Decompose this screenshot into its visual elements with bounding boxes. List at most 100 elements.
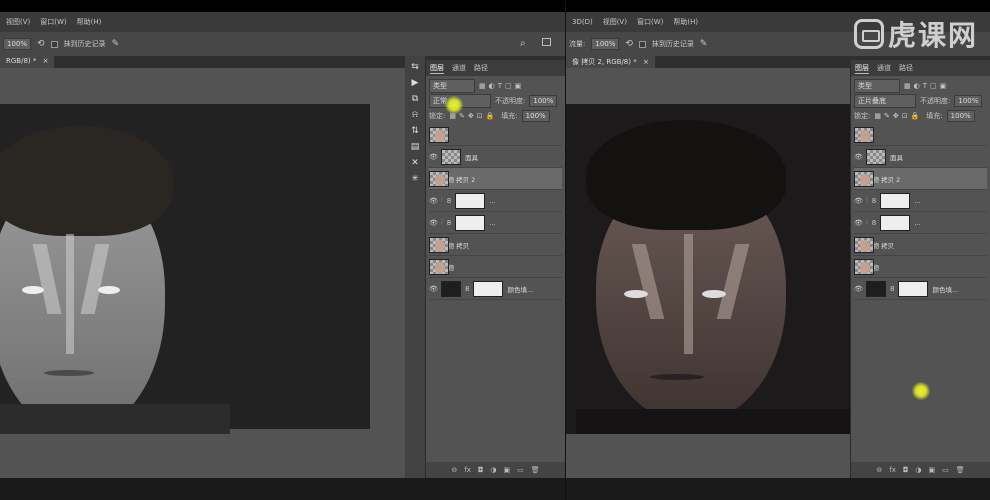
- right-eye: [702, 290, 726, 298]
- opacity-label: 不透明度:: [920, 96, 951, 105]
- new-layer-icon[interactable]: ▭: [517, 466, 524, 474]
- adjustment-icon[interactable]: ◑: [915, 466, 921, 474]
- settings-icon[interactable]: ✳: [411, 174, 419, 184]
- close-icon[interactable]: ×: [643, 58, 649, 66]
- eye-icon[interactable]: 👁: [429, 197, 438, 205]
- zoom-field[interactable]: 100%: [3, 38, 32, 50]
- tab-paths[interactable]: 路径: [899, 63, 913, 73]
- tools-icon[interactable]: ✕: [411, 158, 419, 168]
- stamp-icon[interactable]: ⍾: [412, 110, 418, 120]
- layer-row[interactable]: 脸: [854, 124, 987, 146]
- layer-row[interactable]: 👁 人物: [429, 256, 562, 278]
- fx-icon[interactable]: fx: [464, 466, 471, 474]
- layer-row[interactable]: 👁 人物: [854, 256, 987, 278]
- filter-icons[interactable]: ▦◐T▢▣: [904, 82, 949, 90]
- eye-icon[interactable]: 👁: [854, 219, 863, 227]
- adjustment-icon[interactable]: ◑: [490, 466, 496, 474]
- layer-row-selected[interactable]: 👁 人物 拷贝 2: [854, 168, 987, 190]
- close-icon[interactable]: ×: [43, 57, 49, 65]
- document-tab[interactable]: 像 拷贝 2, RGB/8) * ×: [566, 56, 655, 68]
- trash-icon[interactable]: 🗑: [531, 466, 540, 474]
- document-tab[interactable]: RGB/8) * ×: [0, 56, 55, 68]
- layer-name: 面具: [465, 153, 478, 162]
- clone-icon[interactable]: ⧉: [412, 94, 418, 104]
- history-checkbox[interactable]: [50, 40, 58, 48]
- layer-thumbnail: [429, 236, 449, 253]
- trash-icon[interactable]: 🗑: [956, 466, 965, 474]
- add-mask-icon[interactable]: ◘: [903, 466, 909, 474]
- layer-row[interactable]: 👁 面具: [429, 146, 562, 168]
- adjustment-layer-row[interactable]: 👁 ⫶ 8 ...: [429, 212, 562, 234]
- document-canvas[interactable]: [0, 104, 370, 434]
- adjustment-layer-row[interactable]: 👁 ⫶ 8 ...: [854, 190, 987, 212]
- filter-icons[interactable]: ▦◐T▢▣: [479, 82, 524, 90]
- history-brush-icon[interactable]: ⇆: [411, 62, 419, 72]
- eye-icon[interactable]: 👁: [854, 197, 863, 205]
- link-layers-icon[interactable]: ⊖: [451, 466, 457, 474]
- eye-icon[interactable]: 👁: [429, 219, 438, 227]
- link-layers-icon[interactable]: ⊖: [876, 466, 882, 474]
- menu-3d[interactable]: 3D(D): [572, 18, 593, 26]
- fill-field[interactable]: 100%: [946, 109, 975, 122]
- kind-label: 类型: [433, 81, 447, 90]
- history-checkbox[interactable]: [638, 40, 646, 48]
- fill-layer-row[interactable]: 👁 8 颜色填...: [854, 278, 987, 300]
- kind-filter-select[interactable]: 类型: [429, 78, 475, 93]
- fill-field[interactable]: 100%: [521, 109, 550, 122]
- airbrush-icon[interactable]: ⟲: [625, 39, 633, 49]
- layer-thumbnail: [429, 258, 449, 275]
- group-icon[interactable]: ▣: [929, 466, 936, 474]
- airbrush-icon[interactable]: ⟲: [37, 39, 45, 49]
- layer-name: 颜色填...: [932, 285, 959, 294]
- layer-row[interactable]: 脸: [429, 124, 562, 146]
- play-icon[interactable]: ▶: [412, 78, 419, 88]
- lock-icons[interactable]: ▦✎✥⊡🔒: [874, 112, 922, 120]
- eye-icon[interactable]: 👁: [429, 285, 438, 293]
- menu-window[interactable]: 窗口(W): [637, 17, 663, 27]
- menu-help[interactable]: 帮助(H): [673, 17, 698, 27]
- levels-icon: ⫶: [866, 196, 868, 204]
- kind-filter-select[interactable]: 类型: [854, 78, 900, 93]
- zoom-field[interactable]: 100%: [591, 38, 620, 50]
- eye-icon[interactable]: 👁: [429, 153, 438, 161]
- tab-paths[interactable]: 路径: [474, 63, 488, 73]
- document-canvas[interactable]: [566, 104, 850, 434]
- pressure-icon[interactable]: ✎: [700, 39, 708, 49]
- eye-icon[interactable]: 👁: [854, 285, 863, 293]
- menu-view[interactable]: 视图(V): [603, 17, 627, 27]
- layer-row[interactable]: 👁 面具: [854, 146, 987, 168]
- adjustment-layer-row[interactable]: 👁 ⫶ 8 ...: [854, 212, 987, 234]
- blend-mode-select[interactable]: 正片叠底: [854, 93, 916, 108]
- adjustment-layer-row[interactable]: 👁 ⫶ 8 ...: [429, 190, 562, 212]
- layer-row[interactable]: 👁 人物 拷贝: [429, 234, 562, 256]
- history-label: 抹到历史记录: [63, 40, 106, 48]
- eye-icon[interactable]: 👁: [854, 153, 863, 161]
- pressure-icon[interactable]: ✎: [112, 39, 120, 49]
- tab-channels[interactable]: 通道: [877, 63, 891, 73]
- workspace-icon[interactable]: [542, 38, 551, 46]
- panel-tabs: 图层 通道 路径: [426, 60, 565, 76]
- group-icon[interactable]: ▣: [504, 466, 511, 474]
- menu-window[interactable]: 窗口(W): [40, 17, 66, 27]
- adjust-icon[interactable]: ⇅: [411, 126, 419, 136]
- watermark-logo-icon: [853, 19, 884, 49]
- opacity-field[interactable]: 100%: [954, 94, 983, 107]
- tab-layers[interactable]: 图层: [430, 63, 444, 74]
- top-black-strip: [0, 0, 565, 12]
- layer-row-selected[interactable]: 👁 人物 拷贝 2: [429, 168, 562, 190]
- new-layer-icon[interactable]: ▭: [942, 466, 949, 474]
- properties-icon[interactable]: ▤: [411, 142, 420, 152]
- menu-view[interactable]: 视图(V): [6, 17, 30, 27]
- tab-layers[interactable]: 图层: [855, 63, 869, 74]
- menu-help[interactable]: 帮助(H): [77, 17, 102, 27]
- shirt-image: [0, 404, 230, 434]
- fill-layer-row[interactable]: 👁 8 颜色填...: [429, 278, 562, 300]
- layer-row[interactable]: 👁 人物 拷贝: [854, 234, 987, 256]
- add-mask-icon[interactable]: ◘: [478, 466, 484, 474]
- fx-icon[interactable]: fx: [889, 466, 896, 474]
- document-tab-title: RGB/8) *: [6, 57, 37, 65]
- search-icon[interactable]: ⌕: [520, 38, 526, 49]
- tab-channels[interactable]: 通道: [452, 63, 466, 73]
- opacity-field[interactable]: 100%: [529, 94, 558, 107]
- link-icon: 8: [465, 284, 470, 293]
